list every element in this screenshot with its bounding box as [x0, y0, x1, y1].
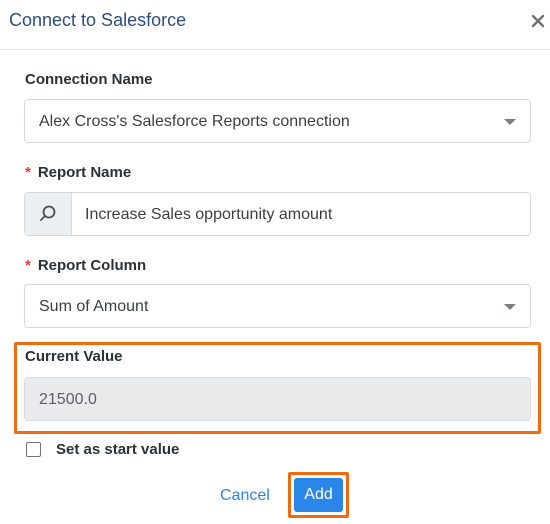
report-column-select[interactable]: Sum of Amount: [24, 284, 531, 328]
report-name-label: * Report Name: [25, 164, 131, 182]
required-mark: *: [25, 257, 31, 274]
connection-name-label: Connection Name: [25, 71, 153, 88]
report-name-label-text: Report Name: [37, 164, 132, 181]
report-column-value: Sum of Amount: [39, 298, 149, 315]
chevron-down-icon: [504, 304, 516, 310]
add-button[interactable]: Add: [294, 478, 343, 512]
add-button-highlight: Add: [288, 472, 349, 518]
cancel-button[interactable]: Cancel: [220, 486, 270, 506]
report-column-label-text: Report Column: [37, 257, 147, 274]
connection-name-value: Alex Cross's Salesforce Reports connecti…: [39, 113, 350, 130]
connect-salesforce-dialog: Connect to Salesforce Connection Name Al…: [0, 0, 550, 524]
current-value-text: 21500.0: [39, 391, 97, 408]
chevron-down-icon: [504, 119, 516, 125]
start-value-label[interactable]: Set as start value: [56, 441, 179, 459]
report-column-label: * Report Column: [25, 257, 146, 275]
dialog-title: Connect to Salesforce: [9, 10, 187, 30]
current-value-label: Current Value: [25, 348, 123, 365]
current-value-field: 21500.0: [24, 377, 531, 421]
search-addon[interactable]: [25, 193, 72, 235]
report-name-search[interactable]: Increase Sales opportunity amount: [24, 192, 531, 236]
search-icon: [40, 205, 56, 221]
dialog-header: Connect to Salesforce: [0, 0, 550, 50]
connection-name-select[interactable]: Alex Cross's Salesforce Reports connecti…: [24, 99, 531, 143]
required-mark: *: [25, 164, 31, 181]
report-name-input[interactable]: Increase Sales opportunity amount: [85, 205, 332, 225]
start-value-checkbox[interactable]: [26, 442, 41, 457]
close-icon[interactable]: [529, 12, 547, 30]
